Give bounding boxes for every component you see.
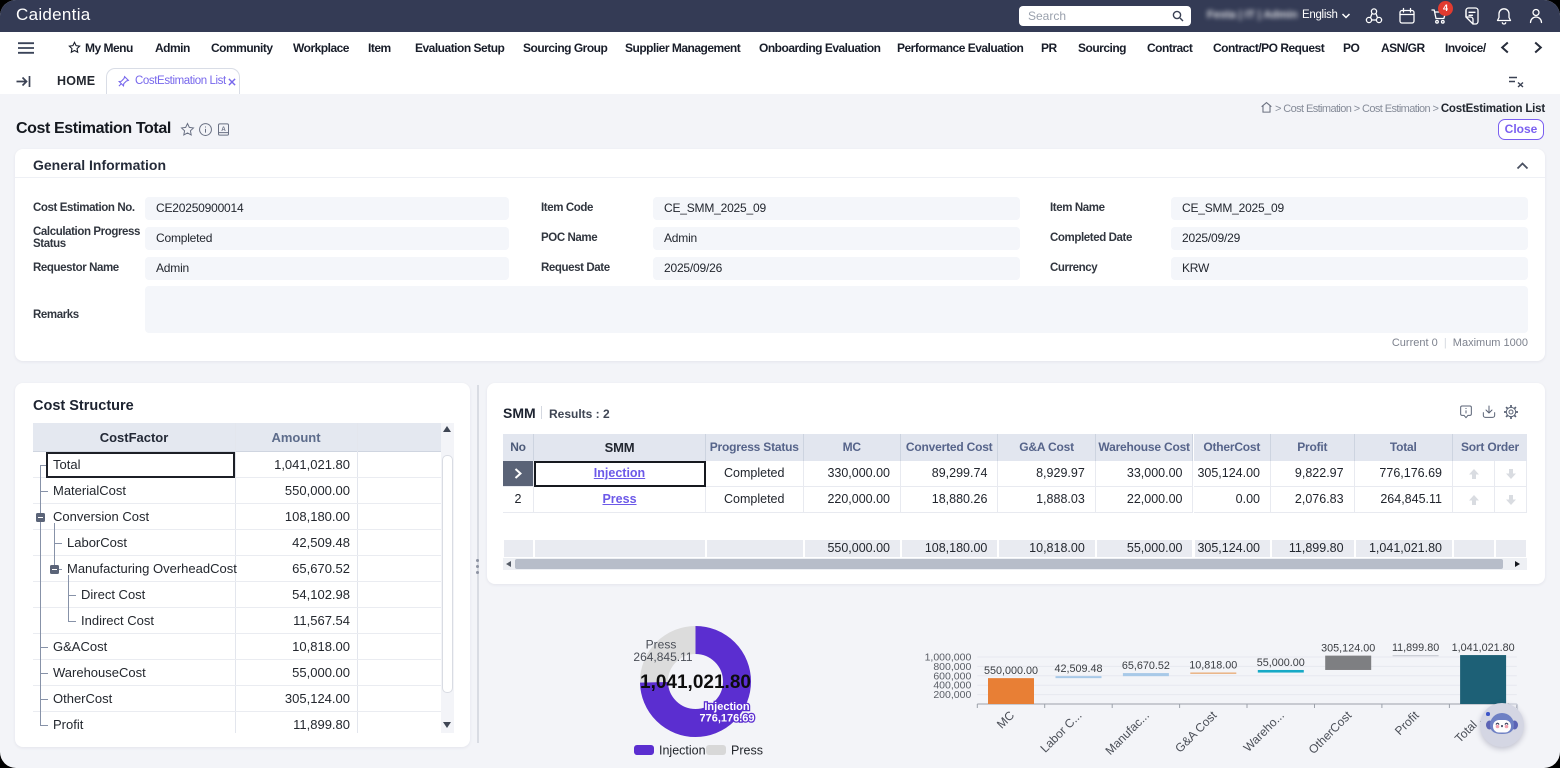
svg-text:A: A [221,126,226,133]
svg-text:1,041,021.80: 1,041,021.80 [640,672,751,693]
svg-text:Profit: Profit [1392,708,1422,738]
svg-text:Manufac...: Manufac... [1103,708,1153,758]
svg-text:Injection: Injection [659,744,706,758]
svg-text:65,670.52: 65,670.52 [1122,660,1170,672]
svg-text:1,000,000: 1,000,000 [925,652,972,664]
svg-text:776,176.69: 776,176.69 [699,713,754,725]
svg-text:G&A Cost: G&A Cost [1172,708,1220,756]
svg-text:Labor C...: Labor C... [1037,708,1084,755]
svg-text:264,845.11: 264,845.11 [633,650,692,664]
svg-text:Injection: Injection [704,701,750,713]
svg-text:1,041,021.80: 1,041,021.80 [1452,642,1515,654]
svg-text:Wareho...: Wareho... [1241,708,1287,754]
svg-text:305,124.00: 305,124.00 [1321,643,1375,655]
svg-text:10,818.00: 10,818.00 [1189,660,1237,672]
svg-text:MC: MC [994,708,1017,731]
svg-text:55,000.00: 55,000.00 [1257,657,1305,669]
svg-text:11,899.80: 11,899.80 [1392,642,1439,654]
svg-text:42,509.48: 42,509.48 [1054,663,1102,675]
svg-text:OtherCost: OtherCost [1306,708,1355,757]
svg-text:Press: Press [731,744,763,758]
svg-text:550,000.00: 550,000.00 [984,665,1038,677]
